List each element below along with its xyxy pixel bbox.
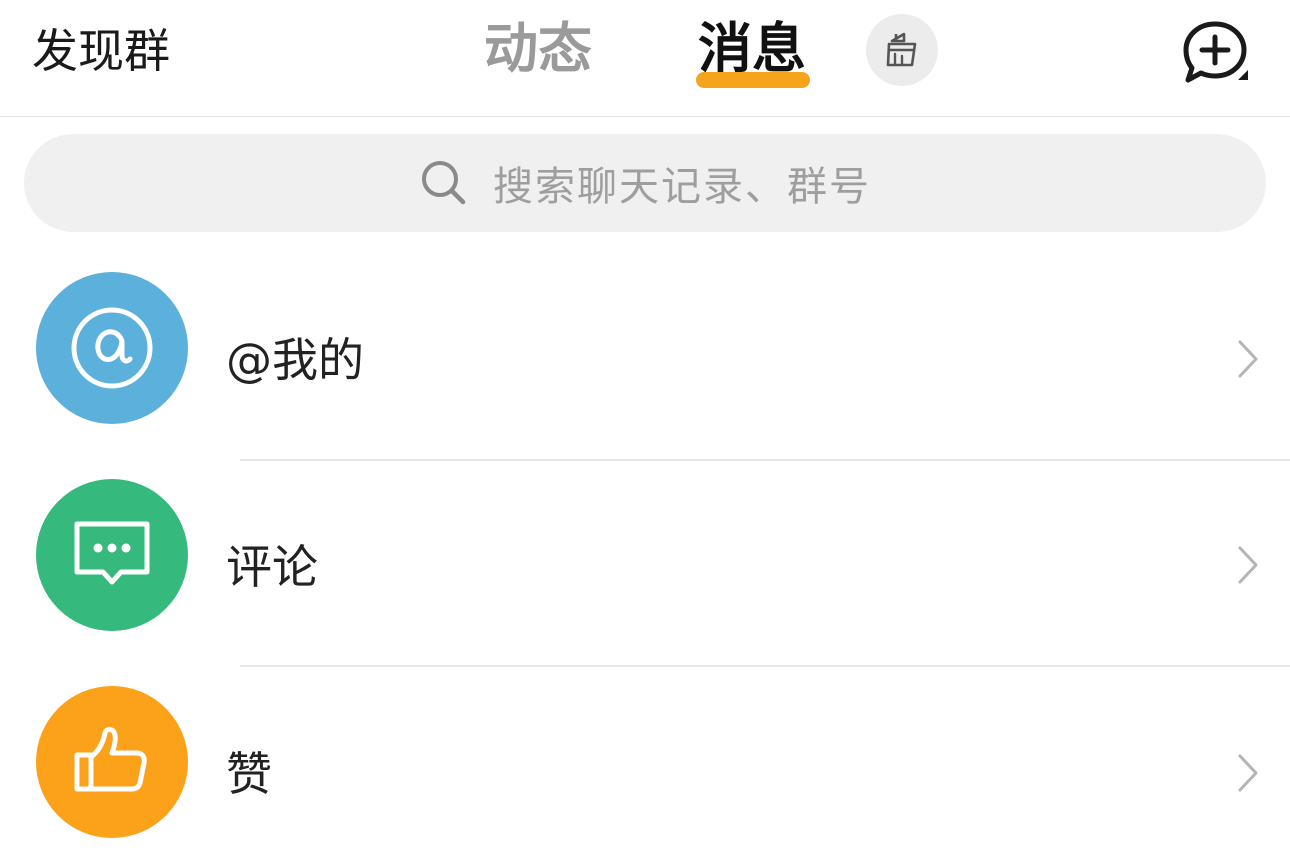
messages-screen: 发现群 动态 消息 搜索聊天记录、群号 @我的 评论 赞 bbox=[0, 0, 1290, 864]
chevron-right-icon bbox=[1238, 754, 1258, 792]
chevron-right-icon bbox=[1238, 340, 1258, 378]
broom-icon bbox=[886, 32, 917, 67]
list-item-label: @我的 bbox=[226, 333, 364, 387]
list-item-comments[interactable]: 评论 bbox=[0, 452, 1290, 656]
search-icon bbox=[422, 161, 466, 205]
clean-button[interactable] bbox=[866, 14, 938, 86]
likes-avatar bbox=[36, 686, 188, 838]
comments-avatar bbox=[36, 479, 188, 631]
search-bar[interactable]: 搜索聊天记录、群号 bbox=[24, 134, 1266, 232]
active-tab-indicator bbox=[696, 72, 810, 88]
list-item-mentions[interactable]: @我的 bbox=[0, 246, 1290, 450]
add-chat-button[interactable] bbox=[1180, 18, 1254, 86]
search-placeholder: 搜索聊天记录、群号 bbox=[493, 164, 871, 210]
comment-icon bbox=[74, 521, 150, 585]
tab-feed[interactable]: 动态 bbox=[484, 16, 592, 82]
mentions-avatar bbox=[36, 272, 188, 424]
chevron-right-icon bbox=[1238, 546, 1258, 584]
list-item-label: 赞 bbox=[226, 747, 272, 801]
at-icon bbox=[71, 307, 153, 389]
discover-groups-button[interactable]: 发现群 bbox=[32, 22, 170, 80]
top-bar: 发现群 动态 消息 bbox=[0, 0, 1290, 117]
chat-plus-icon bbox=[1183, 21, 1248, 83]
list-item-label: 评论 bbox=[226, 540, 318, 594]
list-item-likes[interactable]: 赞 bbox=[0, 660, 1290, 864]
thumbs-up-icon bbox=[74, 727, 147, 792]
